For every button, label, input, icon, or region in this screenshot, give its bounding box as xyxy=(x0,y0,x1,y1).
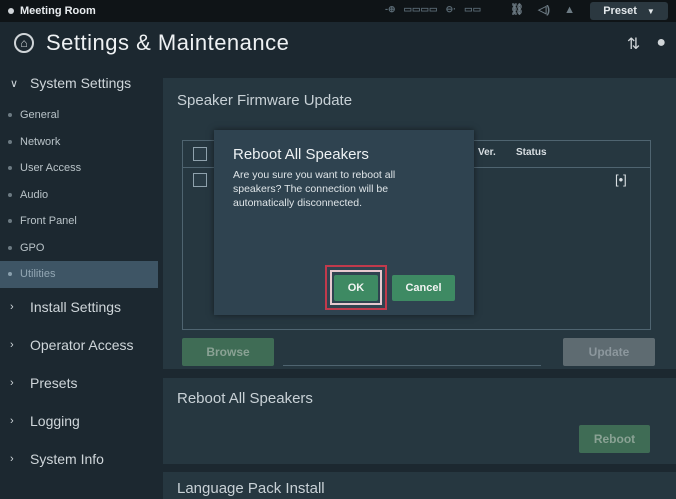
cancel-button[interactable]: Cancel xyxy=(392,275,455,301)
column-ver: Ver. xyxy=(478,147,496,158)
sidebar-item-general[interactable]: General xyxy=(0,102,158,129)
sidebar-item-label: User Access xyxy=(20,162,82,175)
sidebar-section-label: System Settings xyxy=(30,75,132,91)
file-path-field[interactable] xyxy=(283,365,541,366)
sidebar-section-label: Presets xyxy=(30,374,78,391)
status-bar: Meeting Room -⊕ ▭▭▭▭ ⊖· ▭▭ ⛓ ◁) ▲ Preset… xyxy=(0,0,676,22)
reboot-confirm-dialog: Reboot All Speakers Are you sure you wan… xyxy=(214,130,474,315)
brand-logo-icon: ⌂ xyxy=(14,33,34,53)
chevron-down-icon: ▼ xyxy=(646,6,655,16)
bullet-icon xyxy=(8,192,12,197)
select-all-checkbox[interactable] xyxy=(193,147,207,161)
sidebar-item-label: Utilities xyxy=(20,268,56,281)
warning-icon: ▲ xyxy=(564,3,575,16)
speaker-icon: ◁) xyxy=(537,4,551,16)
sidebar-item-utilities[interactable]: Utilities xyxy=(0,261,158,288)
language-pack-card: Language Pack Install xyxy=(163,472,676,499)
room-name: Meeting Room xyxy=(20,5,96,17)
update-button[interactable]: Update xyxy=(563,338,655,366)
bullet-icon xyxy=(8,219,12,224)
input-meter-icon: ▭▭▭▭ xyxy=(403,4,438,14)
sidebar: ∨ System Settings General Network User A… xyxy=(0,64,158,499)
status-dot-icon xyxy=(8,8,14,14)
chevron-right-icon: › xyxy=(10,376,14,389)
reboot-card: Reboot All Speakers Reboot xyxy=(163,378,676,464)
sidebar-item-front-panel[interactable]: Front Panel xyxy=(0,208,158,235)
chevron-right-icon: › xyxy=(10,452,14,465)
page-title: Settings & Maintenance xyxy=(46,30,290,55)
sidebar-item-label: Network xyxy=(20,135,61,148)
preset-label: Preset xyxy=(603,5,637,17)
bullet-icon xyxy=(8,139,12,144)
sidebar-item-user-access[interactable]: User Access xyxy=(0,155,158,182)
chevron-down-icon: ∨ xyxy=(10,77,19,90)
input-icon: -⊕ xyxy=(385,4,396,14)
card-title: Language Pack Install xyxy=(177,480,325,497)
sidebar-section-label: Install Settings xyxy=(30,298,122,315)
column-status: Status xyxy=(516,147,547,158)
output-icon: ⊖· xyxy=(445,4,457,14)
chevron-right-icon: › xyxy=(10,414,14,427)
bullet-icon xyxy=(8,166,12,171)
bullet-icon xyxy=(8,272,12,277)
card-title: Reboot All Speakers xyxy=(177,390,313,407)
user-icon[interactable]: ● xyxy=(656,34,666,54)
output-meter-icon: ▭▭ xyxy=(464,4,482,14)
sidebar-section-label: Operator Access xyxy=(30,336,134,353)
bullet-icon xyxy=(8,113,12,118)
connection-indicators: -⊕ ▭▭▭▭ ⊖· ▭▭ xyxy=(385,4,481,15)
sidebar-section-operator-access[interactable]: › Operator Access xyxy=(0,326,158,364)
title-bar: ⌂ Settings & Maintenance ⇅ ● xyxy=(0,22,676,64)
link-icon: ⛓ xyxy=(510,4,524,16)
ok-button[interactable]: OK xyxy=(334,275,378,301)
dialog-title: Reboot All Speakers xyxy=(233,146,369,163)
sidebar-item-label: General xyxy=(20,109,60,122)
sidebar-section-presets[interactable]: › Presets xyxy=(0,364,158,402)
row-checkbox[interactable] xyxy=(193,173,207,187)
locate-speaker-icon[interactable]: [•] xyxy=(615,172,627,187)
reboot-button[interactable]: Reboot xyxy=(579,425,650,453)
sidebar-item-network[interactable]: Network xyxy=(0,129,158,156)
sidebar-item-label: GPO xyxy=(20,241,45,254)
sidebar-section-install-settings[interactable]: › Install Settings xyxy=(0,288,158,326)
dialog-message: Are you sure you want to reboot all spea… xyxy=(233,169,396,209)
preset-selector[interactable]: Preset ▼ xyxy=(590,2,668,20)
sidebar-section-label: System Info xyxy=(30,450,104,467)
browse-button[interactable]: Browse xyxy=(182,338,274,366)
sidebar-item-label: Audio xyxy=(20,188,49,201)
bullet-icon xyxy=(8,245,12,250)
chevron-right-icon: › xyxy=(10,300,14,313)
sidebar-section-label: Logging xyxy=(30,412,80,429)
status-icons: ⛓ ◁) ▲ xyxy=(510,3,575,17)
sidebar-item-audio[interactable]: Audio xyxy=(0,182,158,209)
sidebar-section-system-settings[interactable]: ∨ System Settings xyxy=(0,64,158,102)
sidebar-item-gpo[interactable]: GPO xyxy=(0,235,158,262)
card-title: Speaker Firmware Update xyxy=(177,92,353,109)
sidebar-item-label: Front Panel xyxy=(20,215,77,228)
chevron-right-icon: › xyxy=(10,338,14,351)
sidebar-section-logging[interactable]: › Logging xyxy=(0,402,158,440)
mixer-icon[interactable]: ⇅ xyxy=(627,34,640,54)
sidebar-section-system-info[interactable]: › System Info xyxy=(0,440,158,478)
